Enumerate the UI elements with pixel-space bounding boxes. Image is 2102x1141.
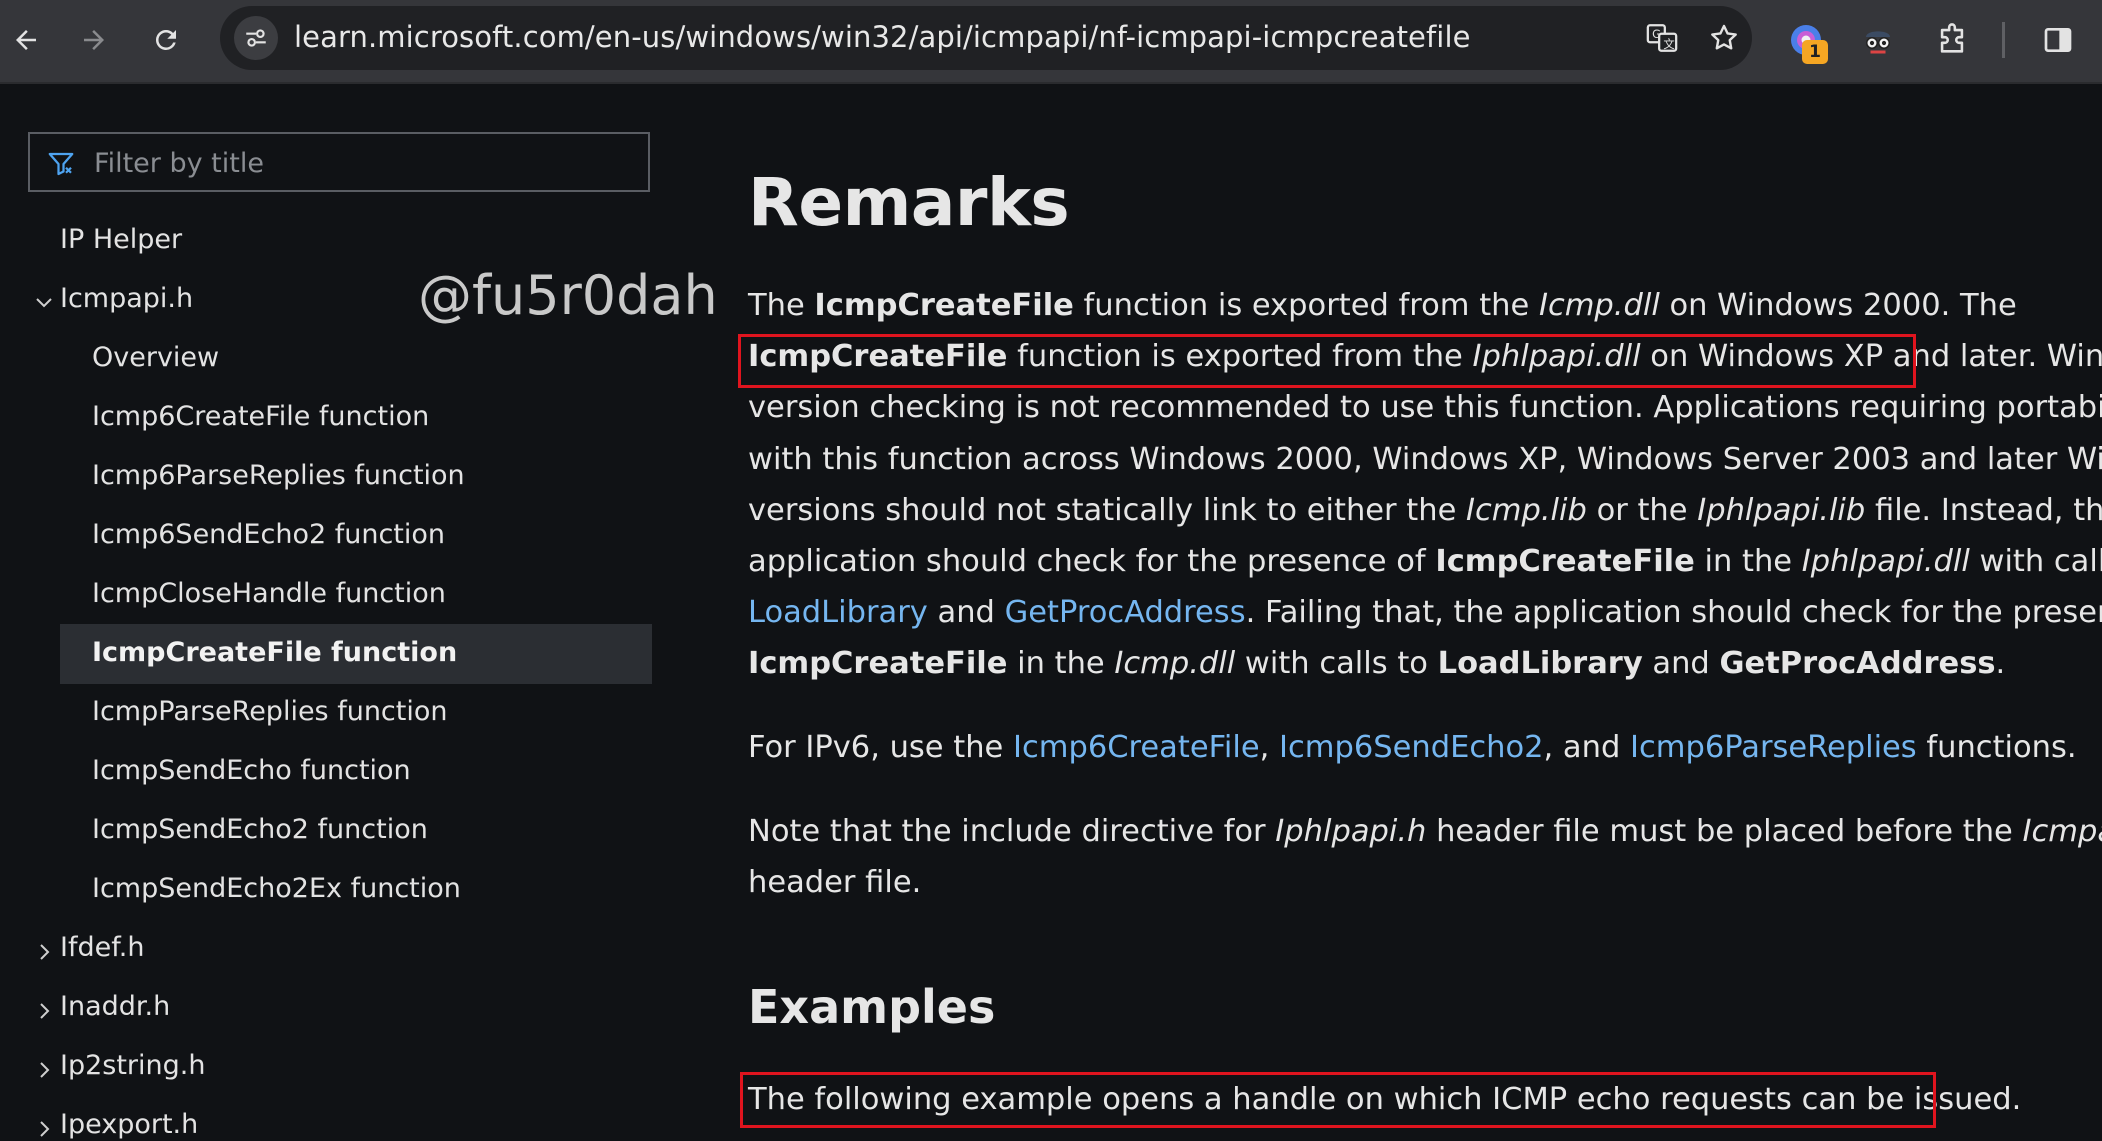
icmp6parsereplies-link[interactable]: Icmp6ParseReplies <box>1630 730 1917 765</box>
loadlibrary-link[interactable]: LoadLibrary <box>748 595 928 630</box>
toc-item-icmpsendecho[interactable]: IcmpSendEcho function <box>92 755 411 786</box>
toc-item-icmpapi-h[interactable]: Icmpapi.h <box>60 283 193 314</box>
filter-box <box>28 132 650 192</box>
chevron-right-icon[interactable] <box>32 1058 56 1082</box>
para-line: The following example opens a handle on … <box>748 1082 2022 1117</box>
remarks-heading: Remarks <box>748 164 1070 241</box>
toc-item-ipexport-h[interactable]: Ipexport.h <box>60 1109 198 1140</box>
filter-input[interactable] <box>92 142 636 184</box>
toc-item-icmp6parsereplies[interactable]: Icmp6ParseReplies function <box>92 460 465 491</box>
toc-item-icmpclosehandle[interactable]: IcmpCloseHandle function <box>92 578 446 609</box>
side-panel-icon <box>2044 28 2072 52</box>
chevron-right-icon[interactable] <box>32 940 56 964</box>
reload-button[interactable] <box>140 14 192 66</box>
para-line: IcmpCreateFile in the Icmp.dll with call… <box>748 646 2006 682</box>
remarks-paragraph: The IcmpCreateFile function is exported … <box>748 280 2102 690</box>
side-panel-button[interactable] <box>2034 16 2082 64</box>
site-info-button[interactable] <box>234 16 278 60</box>
extension-badge: 1 <box>1802 40 1828 64</box>
para-line: The IcmpCreateFile function is exported … <box>748 288 2017 323</box>
filter-icon <box>48 152 74 176</box>
toc-item-overview[interactable]: Overview <box>92 342 219 373</box>
para-line: application should check for the presenc… <box>748 543 2102 579</box>
reload-icon <box>155 29 176 50</box>
para-line: For IPv6, use the Icmp6CreateFile, Icmp6… <box>748 730 2077 765</box>
extension-spy-button[interactable] <box>1854 16 1902 64</box>
bookmark-star-icon <box>1711 24 1737 50</box>
svg-text:G: G <box>1652 27 1661 41</box>
examples-heading: Examples <box>748 980 996 1034</box>
watermark-text: @fu5r0dah <box>418 264 718 327</box>
toc-item-icmpsendecho2ex[interactable]: IcmpSendEcho2Ex function <box>92 873 461 904</box>
toc-item-icmpcreatefile-active[interactable]: IcmpCreateFile function <box>92 637 457 668</box>
example-intro-paragraph: The following example opens a handle on … <box>748 1074 2098 1125</box>
translate-button[interactable]: G文 <box>1642 18 1682 58</box>
back-button[interactable] <box>0 14 52 66</box>
para-line: header file. <box>748 865 922 901</box>
toolbar-divider <box>2002 22 2005 58</box>
toc-item-icmp6sendecho2[interactable]: Icmp6SendEcho2 function <box>92 519 445 550</box>
toc-item-icmpparsereplies[interactable]: IcmpParseReplies function <box>92 696 448 727</box>
svg-text:文: 文 <box>1663 37 1674 51</box>
extensions-puzzle-icon <box>1940 23 1964 53</box>
browser-toolbar: learn.microsoft.com/en-us/windows/win32/… <box>0 0 2102 84</box>
para-line: version checking is not recommended to u… <box>748 390 2102 426</box>
toc-item-inaddr-h[interactable]: Inaddr.h <box>60 991 170 1022</box>
para-line: Note that the include directive for Iphl… <box>748 814 2102 849</box>
getprocaddress-link[interactable]: GetProcAddress <box>1005 595 1246 630</box>
para-line: LoadLibrary and GetProcAddress. Failing … <box>748 595 2102 631</box>
para-line: IcmpCreateFile function is exported from… <box>748 339 2102 375</box>
address-bar[interactable]: learn.microsoft.com/en-us/windows/win32/… <box>220 6 1752 70</box>
para-line: versions should not statically link to e… <box>748 492 2102 528</box>
chevron-right-icon[interactable] <box>32 999 56 1023</box>
toc-item-icmp6createfile[interactable]: Icmp6CreateFile function <box>92 401 429 432</box>
forward-button[interactable] <box>68 14 120 66</box>
forward-arrow-icon <box>84 30 104 50</box>
translate-icon: G文 <box>1646 24 1678 52</box>
site-info-icon <box>246 29 266 47</box>
toc-item-icmpsendecho2[interactable]: IcmpSendEcho2 function <box>92 814 428 845</box>
include-note-paragraph: Note that the include directive for Iphl… <box>748 806 2102 908</box>
icmp6sendecho2-link[interactable]: Icmp6SendEcho2 <box>1279 730 1544 765</box>
ipv6-paragraph: For IPv6, use the Icmp6CreateFile, Icmp6… <box>748 722 2098 773</box>
url-text[interactable]: learn.microsoft.com/en-us/windows/win32/… <box>294 20 1471 54</box>
back-arrow-icon <box>16 30 36 50</box>
chevron-down-icon[interactable] <box>32 290 56 314</box>
toc-item-ip2string-h[interactable]: Ip2string.h <box>60 1050 205 1081</box>
toc-item-ifdef-h[interactable]: Ifdef.h <box>60 932 144 963</box>
toc-item-ip-helper[interactable]: IP Helper <box>60 224 182 255</box>
extension-avatar-button[interactable]: 1 <box>1782 16 1830 64</box>
para-line: with this function across Windows 2000, … <box>748 441 2102 477</box>
extensions-menu-button[interactable] <box>1928 16 1976 64</box>
bookmark-button[interactable] <box>1704 18 1744 58</box>
extension-spy-icon <box>1866 31 1890 54</box>
icmp6createfile-link[interactable]: Icmp6CreateFile <box>1013 730 1260 765</box>
chevron-right-icon[interactable] <box>32 1117 56 1141</box>
